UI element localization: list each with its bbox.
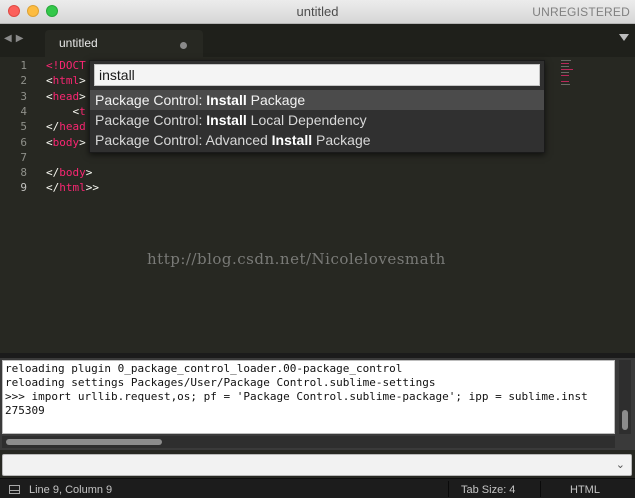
minimap-line: [561, 63, 569, 64]
code-token: >: [79, 89, 86, 103]
code-token: t: [79, 104, 86, 118]
console-input-box[interactable]: ⌄: [2, 454, 632, 476]
console-panel: reloading plugin 0_package_control_loade…: [0, 358, 635, 450]
code-token: </: [46, 166, 60, 180]
code-token: >>: [85, 181, 99, 195]
tab-size-selector[interactable]: Tab Size: 4: [461, 484, 515, 496]
command-palette-item-prefix: Package Control:: [95, 112, 207, 128]
command-palette-input[interactable]: [95, 65, 539, 85]
code-token: <: [46, 89, 53, 103]
line-number: 6: [20, 135, 27, 149]
console-line: reloading plugin 0_package_control_loade…: [5, 362, 403, 375]
code-line[interactable]: <t: [46, 104, 86, 118]
minimap[interactable]: [557, 57, 635, 353]
command-palette-item-prefix: Package Control: Advanced: [95, 132, 272, 148]
minimap-line: [561, 66, 569, 67]
code-token: body: [52, 135, 80, 149]
console-line: >>> import urllib.request,os; pf = 'Pack…: [5, 390, 588, 403]
command-palette-item-prefix: Package Control:: [95, 92, 207, 108]
tab-nav-arrows[interactable]: ◀▶: [4, 33, 27, 44]
minimap-line: [561, 84, 570, 85]
code-token: head: [59, 120, 86, 134]
console-horizontal-scroll-thumb[interactable]: [6, 439, 162, 445]
code-token: <!DOCT: [46, 59, 86, 72]
command-palette-item-suffix: Local Dependency: [246, 112, 367, 128]
line-number: 4: [20, 104, 27, 118]
code-token: </: [46, 181, 60, 195]
watermark: http://blog.csdn.net/Nicolelovesmath: [147, 250, 446, 268]
console-line: 275309: [5, 404, 45, 417]
console-line: reloading settings Packages/User/Package…: [5, 376, 436, 389]
status-bar: Line 9, Column 9 Tab Size: 4 HTML: [0, 478, 635, 498]
status-divider: [448, 481, 449, 497]
line-number: 8: [20, 166, 27, 180]
status-divider: [540, 481, 541, 497]
code-line[interactable]: </html>>: [46, 181, 99, 194]
syntax-selector[interactable]: HTML: [570, 484, 600, 496]
line-number-gutter: 1 234 567 89: [0, 57, 42, 353]
code-token: </: [46, 120, 60, 134]
console-vertical-scrollbar[interactable]: [619, 360, 631, 434]
code-line[interactable]: <body>: [46, 136, 86, 149]
tab-bar: ◀▶ untitled: [0, 24, 635, 57]
minimap-line: [561, 60, 571, 61]
code-token: <: [46, 74, 53, 88]
line-number: 2: [20, 74, 27, 88]
command-palette-input-box[interactable]: [94, 64, 540, 86]
code-line[interactable]: <head>: [46, 90, 86, 103]
command-palette-item-match: Install: [271, 132, 313, 148]
command-palette-item-suffix: Package: [246, 92, 306, 108]
code-token: >: [79, 135, 86, 149]
line-number: 1: [20, 59, 27, 72]
tab-label: untitled: [59, 36, 98, 50]
command-palette-item-match: Install: [206, 92, 247, 108]
minimap-line: [561, 81, 569, 82]
code-token: html: [59, 181, 86, 195]
title-bar: untitled UNREGISTERED: [0, 0, 635, 24]
console-history-chevron-down-icon[interactable]: ⌄: [616, 458, 625, 471]
line-number: 9: [20, 181, 27, 195]
code-token: <: [46, 135, 53, 149]
code-token: >: [85, 166, 93, 180]
code-token: body: [59, 166, 86, 180]
console-horizontal-scrollbar[interactable]: [2, 436, 615, 448]
minimap-line: [561, 75, 569, 76]
tab-next-icon[interactable]: ▶: [16, 33, 28, 44]
code-token: html: [52, 74, 80, 88]
tab-list-dropdown-icon[interactable]: [619, 34, 629, 41]
code-line[interactable]: <html>: [46, 74, 86, 87]
command-palette-item-suffix: Package: [312, 132, 371, 148]
command-palette-item[interactable]: Package Control: Advanced Install Packag…: [90, 130, 544, 150]
command-palette-item[interactable]: Package Control: Install Local Dependenc…: [90, 110, 544, 130]
command-palette-item-match: Install: [206, 112, 247, 128]
command-palette-item[interactable]: Package Control: Install Package: [90, 90, 544, 110]
console-vertical-scroll-thumb[interactable]: [622, 410, 628, 430]
cursor-position: Line 9, Column 9: [29, 484, 113, 496]
tab-untitled[interactable]: untitled: [45, 30, 203, 57]
modified-dot-icon[interactable]: [180, 42, 187, 49]
line-number: 7: [20, 150, 27, 164]
code-token: >: [79, 74, 86, 88]
minimap-line: [561, 72, 569, 73]
code-line[interactable]: </head: [46, 120, 86, 133]
code-line[interactable]: </body>: [46, 166, 92, 179]
code-line[interactable]: <!DOCT: [46, 59, 86, 72]
code-token: head: [52, 89, 80, 103]
line-number: 3: [20, 89, 27, 103]
minimap-line: [561, 69, 573, 70]
command-palette: Package Control: Install PackagePackage …: [89, 60, 545, 153]
line-number: 5: [20, 120, 27, 134]
code-token: <: [46, 104, 80, 118]
console-output[interactable]: reloading plugin 0_package_control_loade…: [2, 360, 615, 434]
toggle-panel-icon[interactable]: [9, 485, 20, 494]
license-status[interactable]: UNREGISTERED: [532, 5, 630, 19]
console-input[interactable]: [3, 455, 603, 475]
tab-prev-icon[interactable]: ◀: [4, 33, 16, 44]
